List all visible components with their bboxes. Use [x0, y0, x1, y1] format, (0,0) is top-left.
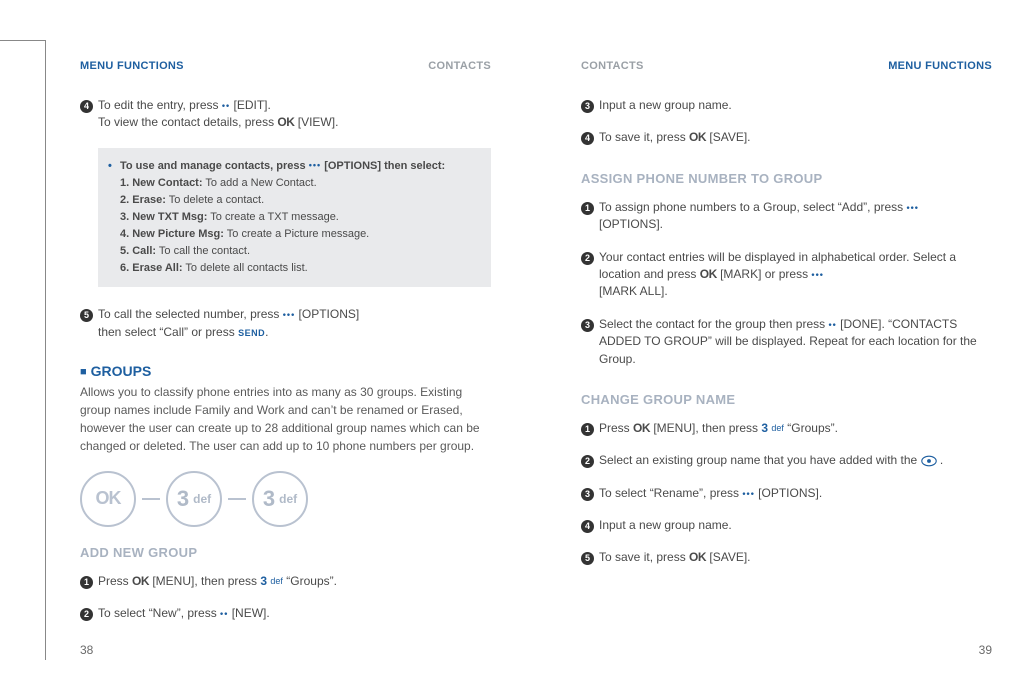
three-dots-icon: ••• [811, 269, 823, 279]
groups-paragraph: Allows you to classify phone entries int… [80, 383, 491, 455]
change-step-1: 1 Press OK [MENU], then press 3 def “Gro… [581, 420, 992, 437]
key-3-inline-icon: 3 [761, 421, 768, 435]
step-bullet: 2 [581, 452, 599, 469]
step-body: To save it, press OK [SAVE]. [599, 129, 992, 146]
step-body: Press OK [MENU], then press 3 def “Group… [599, 420, 992, 437]
groups-heading: ■GROUPS [80, 363, 491, 379]
page-number-left: 38 [80, 643, 93, 657]
key-link-icon [228, 498, 246, 500]
left-step-4: 4 To edit the entry, press •• [EDIT]. To… [80, 97, 491, 132]
box-item-2: 2. Erase: To delete a contact. [120, 192, 477, 209]
change-step-3: 3 To select “Rename”, press ••• [OPTIONS… [581, 485, 992, 502]
step-body: Select the contact for the group then pr… [599, 316, 992, 368]
send-icon: SEND [238, 328, 265, 338]
ok-icon: OK [700, 267, 717, 281]
change-heading: CHANGE GROUP NAME [581, 392, 992, 407]
ok-icon: OK [689, 550, 706, 564]
page-left: MENU FUNCTIONS CONTACTS 4 To edit the en… [80, 60, 491, 649]
options-box: • To use and manage contacts, press ••• … [98, 148, 491, 287]
step-body: To select “Rename”, press ••• [OPTIONS]. [599, 485, 992, 502]
rh-menu-functions: MENU FUNCTIONS [888, 60, 992, 72]
step-body: To call the selected number, press ••• [… [98, 306, 491, 341]
step-bullet: 5 [80, 306, 98, 341]
step-bullet: 4 [80, 97, 98, 132]
step-bullet: 1 [80, 573, 98, 590]
thumbstick-icon [921, 455, 937, 467]
step-bullet: 3 [581, 97, 599, 114]
box-item-5: 5. Call: To call the contact. [120, 243, 477, 260]
two-dots-icon: •• [220, 609, 228, 619]
step-bullet: 4 [581, 517, 599, 534]
box-item-4: 4. New Picture Msg: To create a Picture … [120, 226, 477, 243]
rh-contacts: CONTACTS [581, 60, 644, 72]
step-body: Input a new group name. [599, 517, 992, 534]
box-lead: • To use and manage contacts, press ••• … [120, 158, 477, 175]
step-bullet: 4 [581, 129, 599, 146]
assign-step-1: 1 To assign phone numbers to a Group, se… [581, 199, 992, 234]
key-3-inline-icon: 3 [260, 574, 267, 588]
step-body: To assign phone numbers to a Group, sele… [599, 199, 992, 234]
rh-contacts: CONTACTS [428, 60, 491, 72]
step-body: Select an existing group name that you h… [599, 452, 992, 469]
r-step-3: 3 Input a new group name. [581, 97, 992, 114]
ok-icon: OK [633, 421, 650, 435]
ok-icon: OK [132, 574, 149, 588]
step-body: To save it, press OK [SAVE]. [599, 549, 992, 566]
step-body: Input a new group name. [599, 97, 992, 114]
ok-key-icon: OK [80, 471, 136, 527]
box-item-6: 6. Erase All: To delete all contacts lis… [120, 260, 477, 277]
key-3-icon: 3def [166, 471, 222, 527]
three-dots-icon: ••• [907, 202, 919, 212]
box-item-1: 1. New Contact: To add a New Contact. [120, 175, 477, 192]
step-bullet: 1 [581, 199, 599, 234]
key-sequence: OK 3def 3def [80, 471, 491, 527]
step-body: To select “New”, press •• [NEW]. [98, 605, 491, 622]
change-step-4: 4 Input a new group name. [581, 517, 992, 534]
key-link-icon [142, 498, 160, 500]
step-bullet: 2 [581, 249, 599, 301]
add-new-group-heading: ADD NEW GROUP [80, 545, 491, 560]
crop-mark-h [0, 40, 45, 41]
key-3-icon: 3def [252, 471, 308, 527]
step-bullet: 3 [581, 316, 599, 368]
step-body: Your contact entries will be displayed i… [599, 249, 992, 301]
ok-icon: OK [689, 130, 706, 144]
three-dots-icon: ••• [742, 488, 754, 498]
rh-menu-functions: MENU FUNCTIONS [80, 60, 184, 72]
r-step-4: 4 To save it, press OK [SAVE]. [581, 129, 992, 146]
crop-mark-v [45, 40, 46, 660]
running-head-right: CONTACTS MENU FUNCTIONS [581, 60, 992, 72]
step-bullet: 1 [581, 420, 599, 437]
change-step-2: 2 Select an existing group name that you… [581, 452, 992, 469]
page-number-right: 39 [979, 643, 992, 657]
step-bullet: 3 [581, 485, 599, 502]
three-dots-icon: ••• [309, 160, 321, 170]
step-body: Press OK [MENU], then press 3 def “Group… [98, 573, 491, 590]
ang-step-2: 2 To select “New”, press •• [NEW]. [80, 605, 491, 622]
assign-step-3: 3 Select the contact for the group then … [581, 316, 992, 368]
two-dots-icon: •• [222, 100, 230, 110]
step-body: To edit the entry, press •• [EDIT]. To v… [98, 97, 491, 132]
change-step-5: 5 To save it, press OK [SAVE]. [581, 549, 992, 566]
box-item-3: 3. New TXT Msg: To create a TXT message. [120, 209, 477, 226]
three-dots-icon: ••• [283, 309, 295, 319]
two-dots-icon: •• [828, 319, 836, 329]
step-bullet: 2 [80, 605, 98, 622]
step-bullet: 5 [581, 549, 599, 566]
assign-heading: ASSIGN PHONE NUMBER TO GROUP [581, 171, 992, 186]
left-step-5: 5 To call the selected number, press •••… [80, 306, 491, 341]
assign-step-2: 2 Your contact entries will be displayed… [581, 249, 992, 301]
running-head-left: MENU FUNCTIONS CONTACTS [80, 60, 491, 72]
ok-icon: OK [277, 115, 294, 129]
page-right: CONTACTS MENU FUNCTIONS 3 Input a new gr… [581, 60, 992, 649]
spread: MENU FUNCTIONS CONTACTS 4 To edit the en… [80, 60, 992, 649]
ang-step-1: 1 Press OK [MENU], then press 3 def “Gro… [80, 573, 491, 590]
